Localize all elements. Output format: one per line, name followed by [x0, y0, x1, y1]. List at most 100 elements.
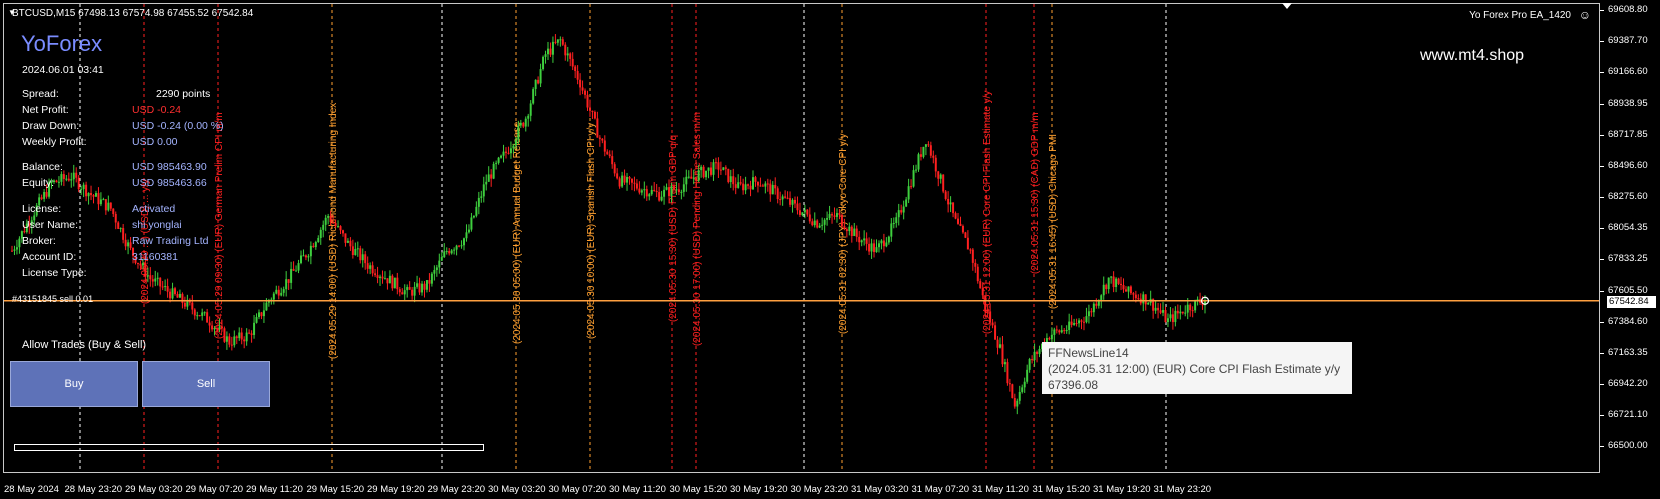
candle-body [714, 162, 717, 164]
candle-body [102, 199, 105, 201]
candle-body [707, 167, 710, 171]
candle-body [18, 238, 21, 248]
candle-body [223, 328, 226, 342]
candle-body [690, 176, 693, 179]
candle-body [258, 312, 260, 318]
candle-body [1013, 397, 1016, 407]
candle-body [969, 249, 972, 251]
horizontal-scrollbar[interactable] [14, 444, 484, 451]
time-tick-label: 30 May 03:20 [488, 484, 546, 495]
candle-body [114, 213, 117, 223]
candle-body [524, 118, 527, 127]
candle-body [233, 336, 236, 346]
candle-body [206, 312, 209, 323]
candle-body [497, 157, 500, 163]
candle-body [697, 170, 700, 181]
candle-body [816, 220, 819, 228]
candle-body [875, 247, 878, 253]
candle-body [156, 277, 159, 279]
candle-body [621, 175, 624, 187]
candle-body [924, 144, 927, 147]
candle-body [369, 265, 372, 269]
candle-body [1001, 344, 1004, 365]
candle-body [1092, 303, 1095, 313]
candle-body [796, 203, 799, 211]
candle-body [606, 151, 609, 155]
candle-body [1026, 369, 1029, 382]
candle-body [863, 238, 866, 241]
candle-body [337, 226, 340, 228]
candle-body [1038, 348, 1041, 355]
price-tick-mark [1600, 446, 1604, 447]
candle-body [665, 187, 668, 190]
price-tick-mark [1600, 165, 1604, 167]
candle-body [159, 277, 162, 287]
candle-body [905, 199, 908, 207]
time-tick-label: 31 May 03:20 [851, 484, 909, 495]
candle-body [880, 240, 883, 244]
candle-body [344, 233, 347, 243]
chart-shift-marker[interactable] [1282, 3, 1292, 9]
candle-body [124, 239, 127, 247]
candle-body [1110, 276, 1113, 278]
candle-body [542, 56, 545, 70]
candle-body [638, 188, 641, 193]
order-line-label[interactable]: #43151845 sell 0.01 [12, 294, 93, 304]
buy-button[interactable]: Buy [10, 361, 138, 407]
candle-body [107, 202, 110, 211]
candle-body [529, 103, 532, 116]
sell-button[interactable]: Sell [142, 361, 270, 407]
candle-body [458, 245, 461, 247]
news-line-label: (2024.05.30 10:00) (EUR) Spanish Flash C… [586, 123, 597, 339]
candle-body [655, 190, 658, 193]
candle-body [282, 289, 285, 293]
candle-body [220, 326, 223, 329]
candle-body [386, 278, 389, 284]
candle-body [789, 198, 792, 205]
candle-body [843, 226, 846, 230]
candle-body [287, 279, 290, 283]
candle-body [858, 236, 861, 243]
candle-body [648, 194, 651, 197]
candle-body [1107, 277, 1110, 290]
candle-body [87, 193, 90, 197]
news-line-label: (2024.05.31 12:00) (EUR) Core CPI Flash … [982, 91, 993, 334]
chart-area[interactable]: (2024.05.29 ...) (USD) ... y/y (2024.05.2… [3, 3, 1600, 473]
candle-body [1112, 276, 1115, 288]
candle-body [546, 48, 549, 55]
candle-body [835, 213, 838, 217]
candle-body [1065, 330, 1068, 332]
candle-body [695, 177, 698, 181]
candle-body [616, 173, 619, 179]
candle-body [853, 228, 856, 237]
candle-body [512, 145, 515, 149]
candle-body [630, 178, 633, 183]
candle-body [290, 268, 293, 283]
price-tick-mark [1600, 259, 1604, 261]
time-tick-label: 30 May 19:20 [730, 484, 788, 495]
candle-body [183, 302, 186, 307]
time-tick-label: 30 May 11:20 [609, 484, 666, 495]
candle-body [1176, 310, 1179, 314]
candle-body [154, 278, 157, 282]
price-tick-mark [1600, 228, 1604, 229]
candle-body [771, 184, 774, 195]
candle-body [1129, 286, 1132, 294]
candle-body [939, 174, 942, 179]
candle-body [912, 170, 915, 187]
candle-body [579, 79, 582, 88]
price-tick-label: 68938.95 [1608, 97, 1648, 109]
candle-body [729, 176, 732, 183]
candle-body [593, 111, 596, 119]
candle-body [1036, 351, 1039, 355]
time-tick-label: 29 May 19:20 [367, 484, 425, 495]
candle-body [994, 325, 997, 340]
candle-body [838, 213, 841, 215]
candle-body [181, 293, 184, 303]
candle-body [1166, 318, 1169, 323]
candle-body [727, 168, 730, 183]
candle-body [942, 174, 945, 192]
candle-body [937, 171, 940, 179]
candle-body [1078, 320, 1081, 324]
candle-body [435, 267, 438, 270]
